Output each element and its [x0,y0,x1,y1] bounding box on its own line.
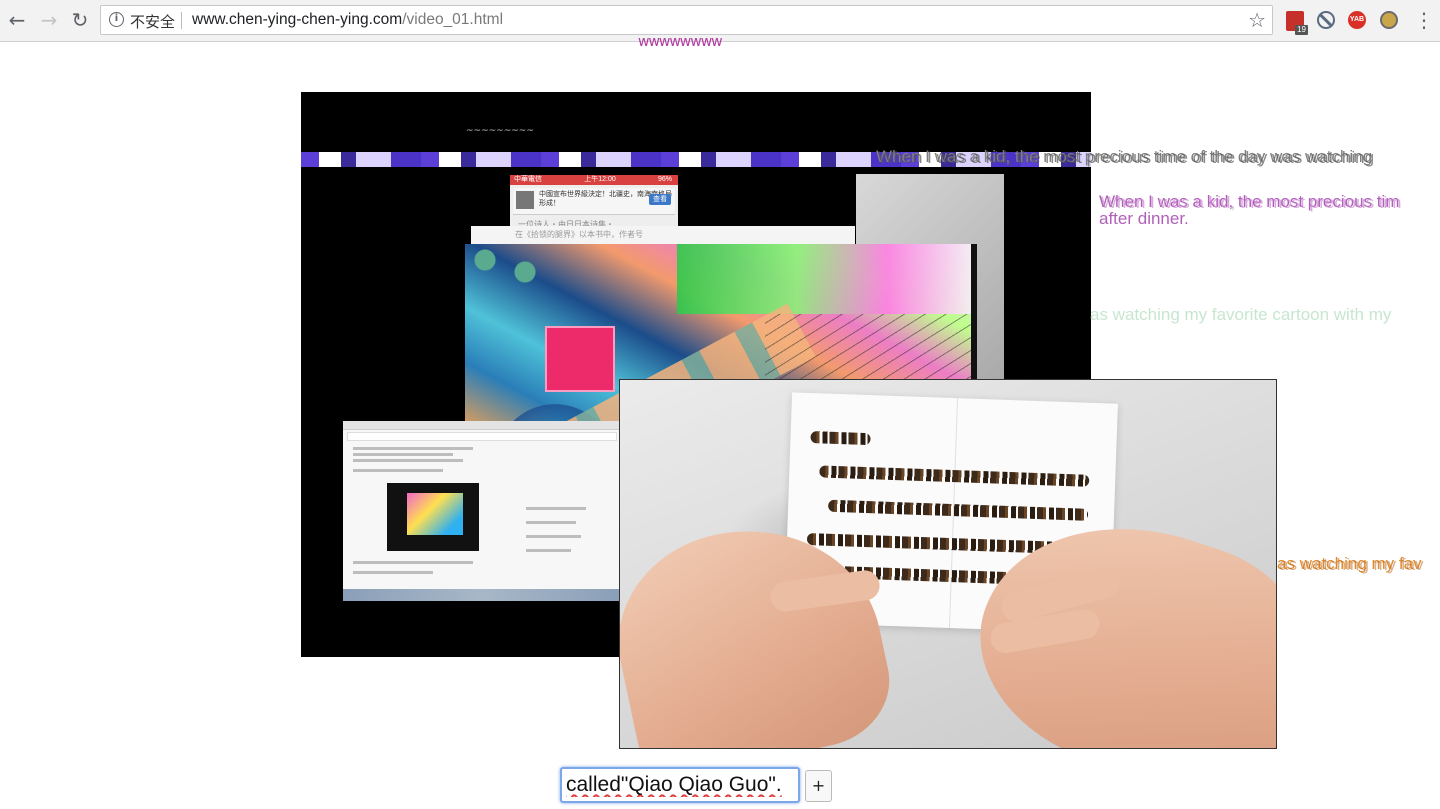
add-button[interactable]: + [805,770,832,802]
tiny-wave-text: ~~~~~~~~~ [466,126,534,136]
overlay-text-line1-echo: When I was a kid, the most precious time… [878,148,1375,167]
screenshot-sidebar-line [526,521,576,524]
screenshot-video [387,483,479,551]
psy-green-area [677,244,977,314]
tea-leaf-row [810,431,871,446]
tea-leaf-row [827,499,1089,521]
url-host: www.chen-ying-chen-ying.com [192,11,403,28]
tea-leaves-video[interactable] [619,379,1277,749]
address-separator [181,12,182,29]
screenshot-text-line [353,469,443,472]
overlay-text-line2: When I was a kid, the most precious tim … [1099,193,1402,228]
screenshot-text-line [353,453,453,456]
block-extension-icon[interactable] [1317,11,1335,29]
forward-icon[interactable]: → [38,8,60,32]
phone-notification-button: 查看 [649,194,671,205]
screenshot-sidebar-line [526,507,586,510]
overlay-text-line1: When I was a kid, the most precious time… [876,147,1375,167]
menu-icon[interactable]: ⋮ [1414,8,1434,32]
calendar-badge: 19 [1295,25,1308,35]
phone-battery: 96% [657,176,672,183]
address-bar[interactable]: i 不安全 www.chen-ying-chen-ying.com/video_… [100,5,1273,35]
overlay-text-line3: as watching my favorite cartoon with my [1090,305,1392,324]
phone-time: 上午12:00 [584,176,616,183]
bookmark-star-icon[interactable]: ☆ [1248,8,1266,32]
caption-input[interactable] [560,767,800,803]
overlay-text-line2-echo: When I was a kid, the most precious tim [1101,193,1402,212]
back-icon[interactable]: ← [6,8,28,32]
screenshot-sidebar-line [526,535,581,538]
calendar-extension-icon[interactable]: 19 [1286,11,1308,35]
overlay-text-line4-echo: as watching my fav [1279,555,1424,574]
url-text[interactable]: www.chen-ying-chen-ying.com/video_01.htm… [192,11,503,29]
screenshot-text-line [353,447,473,450]
info-icon[interactable]: i [109,12,124,27]
screenshot-text-line [353,459,463,462]
shield-extension-icon[interactable] [1380,11,1398,29]
phone-notification: 中國宣布世界級決定！北疆史，南海南格局形成！ 查看 [513,188,675,215]
phone-carrier: 中華電信 [514,176,542,183]
yab-extension-icon[interactable]: YAB [1348,11,1366,29]
wavy-text-top: wwwwwwww [638,34,723,50]
screenshot-dock [343,589,621,601]
security-label[interactable]: 不安全 [130,11,175,32]
screenshot-sidebar-line [526,549,571,552]
overlay-text-line4: as watching my fav as watching my fav [1277,554,1424,574]
overlay-text-line2-cont: after dinner. [1099,209,1189,228]
reload-icon[interactable]: ↻ [69,8,91,32]
screenshot-video-art [407,493,463,535]
url-path: /video_01.html [402,11,504,28]
psy-pink-square [547,328,613,390]
phone-statusbar: 中華電信 上午12:00 96% [510,175,678,185]
screenshot-titlebar [343,421,621,430]
screenshot-urlbar [347,432,617,441]
screenshot-text-line [353,571,433,574]
text-strip: 在《拾锁的腿界》以本书中，作者号 [471,226,855,244]
screenshot-text-line [353,561,473,564]
desktop-screenshot [343,421,621,601]
